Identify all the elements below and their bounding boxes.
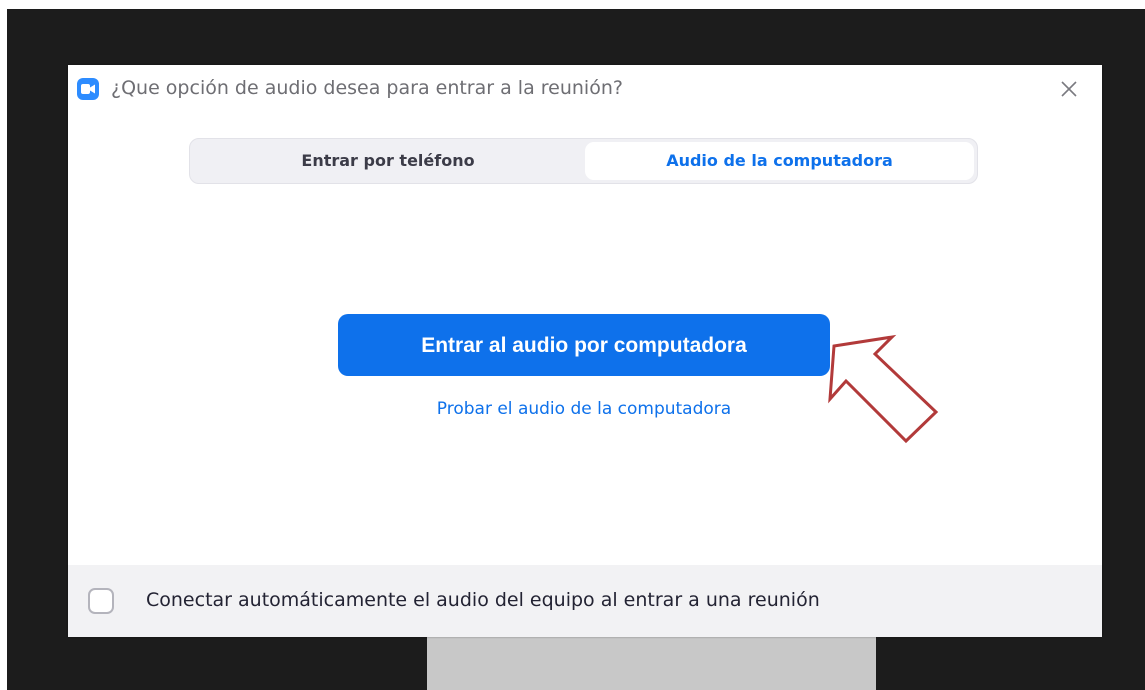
audio-mode-tabs: Entrar por teléfono Audio de la computad… <box>189 138 978 184</box>
backdrop-panel <box>427 636 876 690</box>
tab-computer-audio[interactable]: Audio de la computadora <box>585 142 974 180</box>
dialog-titlebar: ¿Que opción de audio desea para entrar a… <box>68 65 1102 113</box>
dialog-title: ¿Que opción de audio desea para entrar a… <box>111 77 623 99</box>
auto-connect-label[interactable]: Conectar automáticamente el audio del eq… <box>146 589 820 611</box>
test-computer-audio-link[interactable]: Probar el audio de la computadora <box>338 399 830 419</box>
join-computer-audio-button[interactable]: Entrar al audio por computadora <box>338 314 830 376</box>
audio-options-dialog: ¿Que opción de audio desea para entrar a… <box>68 65 1102 637</box>
dialog-footer: Conectar automáticamente el audio del eq… <box>68 565 1102 637</box>
screen: ¿Que opción de audio desea para entrar a… <box>0 0 1145 690</box>
pointer-arrow-icon <box>828 334 939 444</box>
zoom-camera-icon <box>77 78 99 100</box>
tab-phone-audio[interactable]: Entrar por teléfono <box>193 142 583 180</box>
close-icon[interactable] <box>1056 76 1082 102</box>
auto-connect-checkbox[interactable] <box>88 588 114 614</box>
